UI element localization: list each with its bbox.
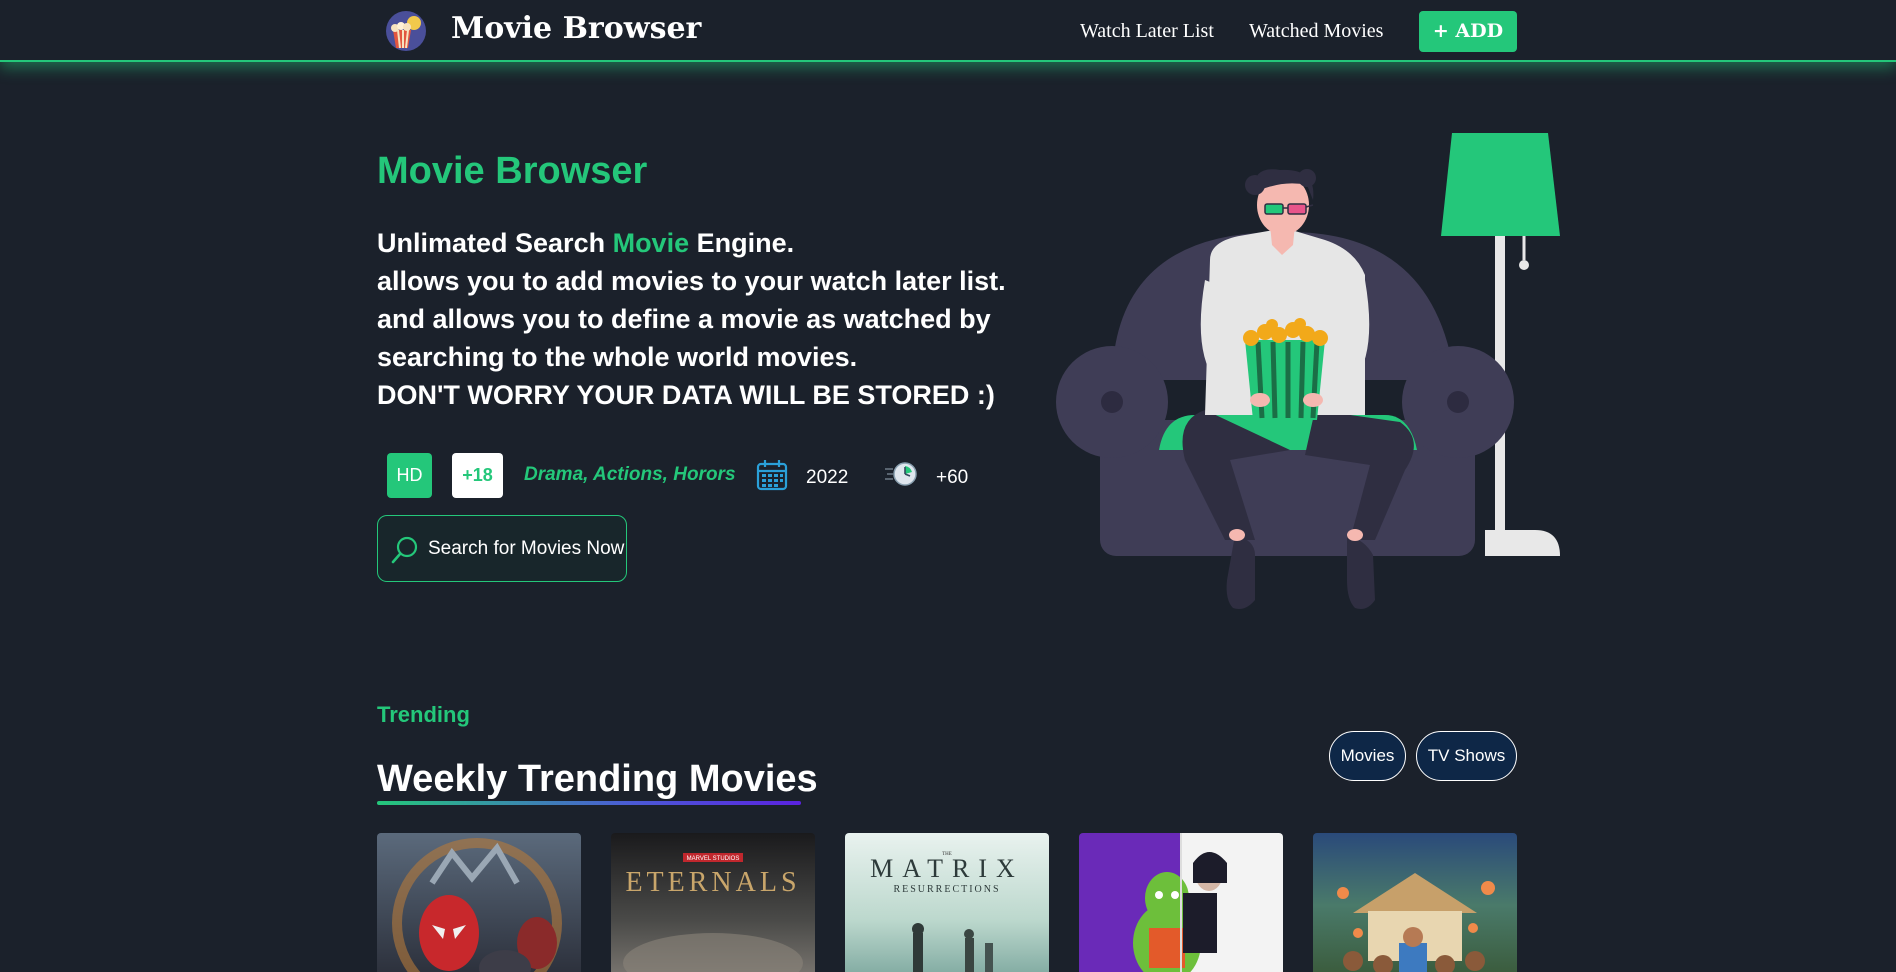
genres-label: Drama, Actions, Horors (524, 464, 736, 485)
matrix-subtitle-text: RESURRECTIONS (893, 884, 1000, 895)
eternals-logo-text: ETERNALS (625, 867, 800, 898)
hero-line-1-start: Unlimated Search (377, 228, 613, 258)
poster-matrix[interactable]: THE MATRIX RESURRECTIONS (845, 833, 1049, 972)
matrix-logo-text: MATRIX (870, 854, 1024, 883)
calendar-icon (756, 460, 788, 491)
search-icon (391, 536, 418, 564)
add-button[interactable]: + ADD (1419, 11, 1517, 52)
search-button-label: Search for Movies Now (428, 538, 625, 559)
person-on-couch-illustration (1056, 133, 1560, 609)
release-year: 2022 (806, 467, 849, 488)
toggle-tv-shows-button[interactable]: TV Shows (1416, 731, 1517, 781)
hero-line-1-end: Engine. (689, 228, 795, 258)
poster-spider-man[interactable] (377, 833, 581, 972)
weekly-trending-title: Weekly Trending Movies (377, 758, 818, 800)
poster-eternals[interactable]: MARVEL STUDIOS ETERNALS (611, 833, 815, 972)
toggle-movies-button[interactable]: Movies (1329, 731, 1406, 781)
hero-line-2: allows you to add movies to your watch l… (377, 266, 1006, 296)
encanto-poster-image (1313, 833, 1517, 972)
hero-line-1-accent: Movie (612, 228, 690, 258)
title-underline (377, 801, 801, 805)
trending-tag: Trending (377, 702, 470, 727)
matrix-poster-image: THE MATRIX RESURRECTIONS (845, 833, 1049, 972)
hero-line-3: and allows you to define a movie as watc… (377, 304, 991, 372)
hero-description: Unlimated Search Movie Engine. allows yo… (377, 224, 1037, 414)
hero-line-4: DON'T WORRY YOUR DATA WILL BE STORED :) (377, 380, 995, 410)
hero-title: Movie Browser (377, 150, 648, 192)
navbar: Movie Browser Watch Later List Watched M… (0, 0, 1896, 62)
spider-man-poster-image (377, 833, 581, 972)
poster-encanto[interactable] (1313, 833, 1517, 972)
eternals-poster-image: MARVEL STUDIOS ETERNALS (611, 833, 815, 972)
poster-hotel-transylvania[interactable] (1079, 833, 1283, 972)
brand-title[interactable]: Movie Browser (451, 11, 701, 46)
hotel-transylvania-poster-image (1079, 833, 1283, 972)
popcorn-logo-icon[interactable] (385, 10, 427, 52)
hero-line-1: Unlimated Search Movie Engine. (377, 224, 1037, 262)
fast-clock-icon (885, 462, 917, 486)
marvel-studios-logo-text: MARVEL STUDIOS (687, 856, 740, 862)
search-movies-button[interactable]: Search for Movies Now (377, 515, 627, 582)
nav-watch-later-link[interactable]: Watch Later List (1080, 20, 1214, 43)
nav-watched-movies-link[interactable]: Watched Movies (1249, 20, 1383, 43)
age-rating-badge: +18 (452, 453, 503, 498)
quality-badge: HD (387, 453, 432, 498)
duration-label: +60 (936, 467, 969, 488)
